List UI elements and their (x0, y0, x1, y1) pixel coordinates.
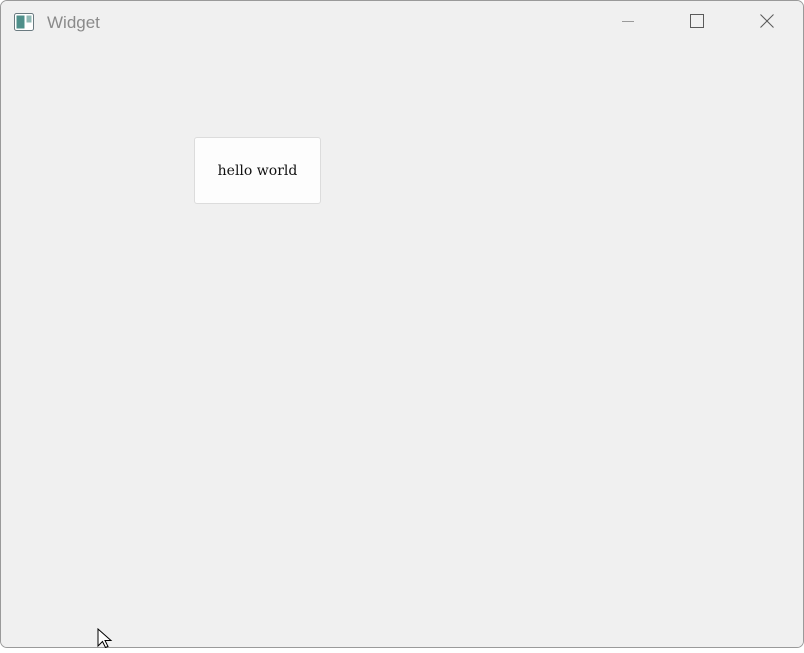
title-bar[interactable]: Widget (1, 1, 803, 45)
close-icon (759, 13, 775, 34)
maximize-icon (689, 13, 705, 34)
minimize-button[interactable] (594, 1, 662, 45)
minimize-icon (620, 13, 636, 34)
app-icon (14, 13, 34, 31)
mouse-cursor-icon (97, 627, 117, 649)
maximize-button[interactable] (663, 1, 731, 45)
hello-world-button[interactable]: hello world (194, 137, 321, 204)
window-title: Widget (47, 13, 100, 32)
close-button[interactable] (733, 1, 801, 45)
hello-world-button-label: hello world (217, 162, 298, 179)
client-area: hello world (1, 45, 803, 647)
app-window: Widget hello world (0, 0, 804, 648)
